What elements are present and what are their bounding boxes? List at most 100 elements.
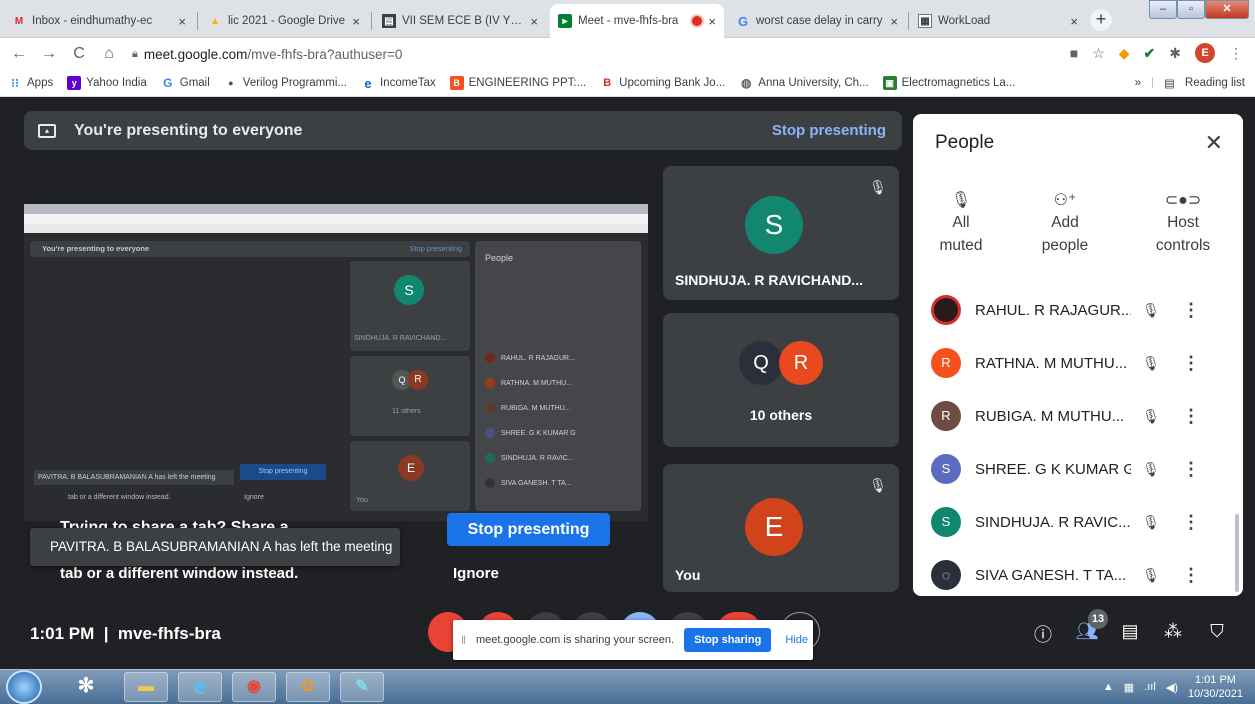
- puzzle-icon[interactable]: ✱: [1169, 45, 1181, 62]
- participant-row[interactable]: S SHREE. G K KUMAR G 🎙︎ ⋮: [931, 448, 1231, 490]
- back-icon[interactable]: ←: [4, 45, 34, 63]
- preview-row: RATHNA. M MUTHU...: [501, 379, 573, 387]
- participant-row[interactable]: R RUBIGA. M MUTHU... 🎙︎ ⋮: [931, 395, 1231, 437]
- activities-icon[interactable]: ⁂: [1160, 621, 1186, 642]
- preview-tile-name: You: [356, 497, 368, 504]
- maximize-button[interactable]: ▫: [1177, 0, 1205, 19]
- more-options-icon[interactable]: ⋮: [1181, 512, 1201, 533]
- bookmark-incometax[interactable]: e IncomeTax: [361, 76, 435, 91]
- volume-icon[interactable]: ◀): [1166, 681, 1178, 694]
- minimize-button[interactable]: –: [1149, 0, 1177, 19]
- internet-explorer-icon[interactable]: e: [178, 672, 222, 702]
- participant-row[interactable]: ◌ SIVA GANESH. T TA... 🎙︎ ⋮: [931, 554, 1231, 596]
- more-bookmarks-button[interactable]: »: [1135, 77, 1141, 89]
- info-icon[interactable]: ⓘ: [1030, 621, 1056, 647]
- browser-toolbar: ← → C ⌂ 🔒︎ meet.google.com/mve-fhfs-bra?…: [0, 38, 1255, 70]
- bookmark-bank[interactable]: B Upcoming Bank Jo...: [600, 76, 725, 90]
- bookmark-electromagnetics[interactable]: ▣ Electromagnetics La...: [882, 76, 1016, 90]
- file-explorer-icon[interactable]: ▬: [124, 672, 168, 702]
- tab-search[interactable]: G worst case delay in carry ×: [728, 6, 906, 36]
- bookmark-yahoo[interactable]: y Yahoo India: [67, 76, 147, 90]
- tray-expand-icon[interactable]: ▲: [1103, 681, 1114, 693]
- more-options-icon[interactable]: ⋮: [1181, 406, 1201, 427]
- bookmark-label: Electromagnetics La...: [901, 77, 1016, 89]
- close-window-button[interactable]: ✕: [1205, 0, 1249, 19]
- screen: M Inbox - eindhumathy-ec × ▲ lic 2021 - …: [0, 0, 1255, 704]
- bookmark-anna[interactable]: ◍ Anna University, Ch...: [739, 76, 869, 90]
- more-options-icon[interactable]: ⋮: [1181, 459, 1201, 480]
- close-tab-icon[interactable]: ×: [1070, 14, 1078, 29]
- menu-icon[interactable]: ⋮: [1229, 45, 1243, 62]
- chat-icon[interactable]: ▤: [1117, 621, 1143, 642]
- add-people-action[interactable]: ⚇⁺ Add people: [1015, 189, 1115, 257]
- all-muted-action[interactable]: 🎙︎ All muted: [913, 189, 1011, 257]
- close-tab-icon[interactable]: ×: [708, 14, 716, 29]
- participant-name: SHREE. G K KUMAR G: [975, 460, 1131, 478]
- participant-name: SIVA GANESH. T TA...: [975, 566, 1127, 584]
- close-tab-icon[interactable]: ×: [530, 14, 538, 29]
- bookmark-label: Gmail: [179, 77, 210, 89]
- tab-sheet-ece[interactable]: ▤ VII SEM ECE B (IV YEAR) ×: [374, 6, 546, 36]
- google-icon: G: [163, 76, 173, 90]
- lock-icon[interactable]: 🔒︎: [132, 48, 138, 61]
- presenting-text: You're presenting to everyone: [74, 121, 303, 139]
- preview-row: SHREE. G K KUMAR G: [501, 429, 576, 437]
- mic-off-icon: 🎙︎: [1142, 460, 1160, 477]
- self-tile[interactable]: 🎙︎ E You: [663, 464, 899, 592]
- meeting-time: 1:01 PM: [30, 624, 95, 643]
- stop-sharing-button[interactable]: Stop sharing: [684, 628, 772, 652]
- close-tab-icon[interactable]: ×: [890, 14, 898, 29]
- bookmark-apps[interactable]: ⁝⁝ Apps: [8, 76, 53, 90]
- profile-avatar[interactable]: E: [1195, 43, 1215, 63]
- participant-avatar: S: [931, 507, 961, 537]
- screen-share-preview: You're presenting to everyone Stop presen…: [24, 204, 648, 521]
- more-options-icon[interactable]: ⋮: [1181, 565, 1201, 586]
- forward-icon[interactable]: →: [34, 45, 64, 63]
- banner-stop-presenting-button[interactable]: Stop presenting: [772, 122, 886, 139]
- participant-row[interactable]: S SINDHUJA. R RAVIC... 🎙︎ ⋮: [931, 501, 1231, 543]
- bookmark-star-icon[interactable]: ☆: [1092, 45, 1105, 62]
- network-icon[interactable]: ▦: [1124, 681, 1134, 694]
- participant-row[interactable]: R RATHNA. M MUTHU... 🎙︎ ⋮: [931, 342, 1231, 384]
- bookmark-engineering[interactable]: B ENGINEERING PPT:...: [449, 76, 586, 90]
- close-tab-icon[interactable]: ×: [352, 14, 360, 29]
- reload-icon[interactable]: C: [64, 45, 94, 63]
- more-options-icon[interactable]: ⋮: [1181, 300, 1201, 321]
- people-scrollbar[interactable]: [1235, 514, 1239, 592]
- check-extension-icon[interactable]: ✔: [1144, 45, 1156, 62]
- bookmark-gmail[interactable]: G Gmail: [161, 76, 210, 90]
- camera-icon[interactable]: ■: [1070, 45, 1078, 61]
- participant-avatar: E: [745, 498, 803, 556]
- address-bar[interactable]: meet.google.com/mve-fhfs-bra?authuser=0: [144, 47, 403, 62]
- clock[interactable]: 1:01 PM 10/30/2021: [1188, 673, 1243, 701]
- ignore-button[interactable]: Ignore: [453, 565, 499, 582]
- host-shield-icon[interactable]: ⛉: [1204, 621, 1230, 642]
- more-options-icon[interactable]: ⋮: [1181, 353, 1201, 374]
- paint-icon[interactable]: ✎: [340, 672, 384, 702]
- reading-list-button[interactable]: Reading list: [1185, 77, 1245, 89]
- stop-presenting-button[interactable]: Stop presenting: [447, 513, 610, 546]
- participant-group-tile[interactable]: Q R 10 others: [663, 313, 899, 447]
- home-icon[interactable]: ⌂: [94, 45, 124, 63]
- tab-drive[interactable]: ▲ lic 2021 - Google Drive ×: [200, 6, 368, 36]
- bookmark-verilog[interactable]: ● Verilog Programmi...: [224, 76, 347, 90]
- drag-handle-icon[interactable]: ‖: [461, 633, 466, 647]
- close-icon[interactable]: ✕: [1205, 130, 1223, 156]
- tab-inbox[interactable]: M Inbox - eindhumathy-ec ×: [4, 6, 194, 36]
- extension-icon[interactable]: ◆: [1119, 45, 1130, 62]
- bluetooth-icon[interactable]: ✻: [64, 672, 108, 702]
- chrome-icon[interactable]: ◉: [232, 672, 276, 702]
- host-controls-action[interactable]: ⊂●⊃ Host controls: [1133, 189, 1233, 257]
- new-tab-button[interactable]: +: [1090, 9, 1112, 31]
- start-button[interactable]: [6, 670, 42, 704]
- close-tab-icon[interactable]: ×: [178, 14, 186, 29]
- hide-button[interactable]: Hide: [785, 634, 808, 646]
- tab-workload[interactable]: ▦ WorkLoad ×: [910, 6, 1086, 36]
- participant-row[interactable]: RAHUL. R RAJAGUR... 🎙︎ ⋮: [931, 289, 1231, 331]
- pdf-app-icon[interactable]: G: [286, 672, 330, 702]
- people-title: People: [935, 132, 995, 153]
- tab-meet[interactable]: ▸ Meet - mve-fhfs-bra ×: [550, 4, 724, 38]
- participant-name: You: [675, 567, 701, 583]
- signal-icon[interactable]: .ııl: [1144, 681, 1156, 693]
- participant-tile[interactable]: 🎙︎ S SINDHUJA. R RAVICHAND...: [663, 166, 899, 300]
